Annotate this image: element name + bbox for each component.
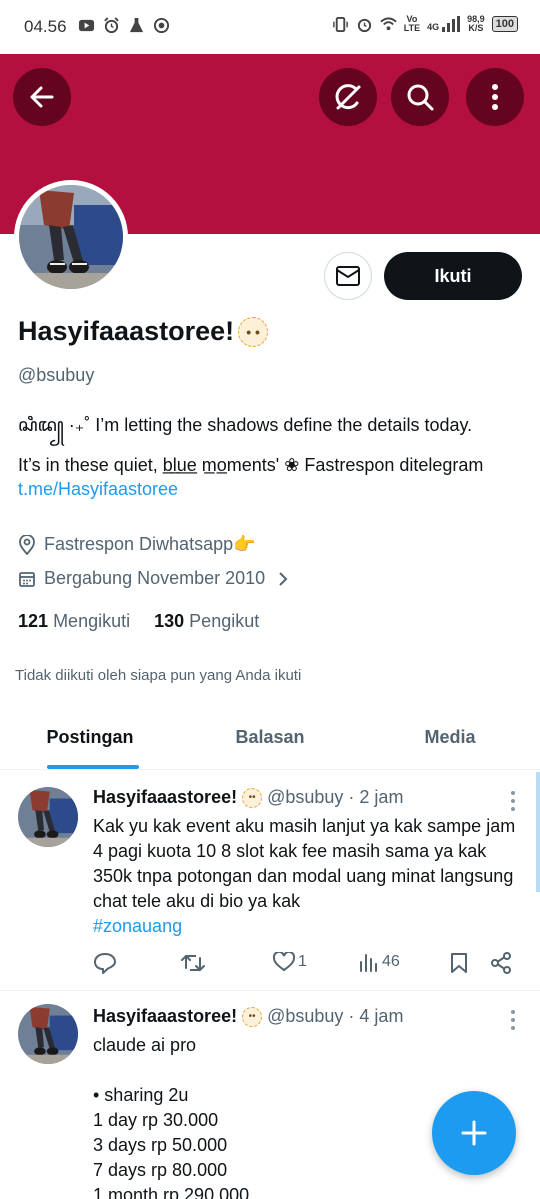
post-header: Hasyifaaastoree! •• @bsubuy · 2 jam xyxy=(93,787,403,808)
post-author-name[interactable]: Hasyifaaastoree! xyxy=(93,1006,237,1027)
vibrate-icon xyxy=(332,16,348,32)
neutral-face-icon: •• xyxy=(242,1006,263,1027)
tab-media[interactable]: Media xyxy=(360,710,540,769)
flask-icon xyxy=(129,17,144,33)
bio-link[interactable]: t.me/Hasyifaastoree xyxy=(18,477,528,501)
alarm-icon xyxy=(104,17,119,34)
profile-location: Fastrespon Diwhatsapp👉 xyxy=(18,534,256,555)
post-actions: 1 46 xyxy=(93,952,518,976)
view-count: 46 xyxy=(382,953,400,970)
tab-postingan[interactable]: Postingan xyxy=(0,710,180,769)
post-author-name[interactable]: Hasyifaaastoree! xyxy=(93,787,237,808)
plus-icon xyxy=(461,1120,487,1146)
views-chart-icon xyxy=(360,954,377,972)
signal-indicator: 4G xyxy=(427,16,461,32)
profile-display-name: Hasyifaaastoree! • • xyxy=(18,316,269,347)
profile-bio: ꦱꦶꦢ꧀ ·₊˚ I’m letting the shadows define … xyxy=(18,413,528,501)
profile-join-date[interactable]: Bergabung November 2010 xyxy=(18,568,289,589)
neutral-face-icon: •• xyxy=(242,787,263,808)
post-more-icon[interactable] xyxy=(510,1010,516,1030)
volte-indicator: Vo LTE xyxy=(403,14,421,33)
battery-indicator: 100 xyxy=(491,16,518,32)
bio-line: It’s in these quiet, b̲l̲u̲e̲ m̲o̲ments'… xyxy=(18,455,484,475)
youtube-icon xyxy=(78,19,95,32)
neutral-face-icon: • • xyxy=(238,316,269,347)
followers-you-know-note: Tidak diikuti oleh siapa pun yang Anda i… xyxy=(15,667,302,684)
views-button[interactable]: 46 xyxy=(359,952,400,972)
arrow-left-icon xyxy=(30,86,54,108)
post-time: · 4 jam xyxy=(348,1006,404,1026)
heart-icon xyxy=(273,952,295,972)
location-pin-icon xyxy=(19,534,35,555)
post-text: Kak yu kak event aku masih lanjut ya kak… xyxy=(93,816,516,936)
signal-bars-icon xyxy=(442,16,461,32)
post-header: Hasyifaaastoree! •• @bsubuy · 4 jam xyxy=(93,1006,403,1027)
compose-post-button[interactable] xyxy=(432,1091,516,1175)
app-circle-icon xyxy=(153,17,170,34)
profile-avatar[interactable] xyxy=(14,180,128,294)
post-author-handle: @bsubuy xyxy=(267,1006,344,1026)
repost-icon xyxy=(181,954,205,972)
post-item[interactable]: Hasyifaaastoree! •• @bsubuy · 2 jam Kak … xyxy=(0,771,540,991)
status-time: 04.56 xyxy=(24,17,67,36)
bio-line: ꦱꦶꦢ꧀ ·₊˚ I’m letting the shadows define … xyxy=(18,415,473,435)
chevron-right-icon xyxy=(279,571,288,586)
status-bar: 04.56 Vo LTE 4G 98,9 K/S 100 xyxy=(0,0,540,54)
reply-button[interactable] xyxy=(93,952,117,974)
network-speed: 98,9 K/S xyxy=(467,14,485,33)
profile-handle: @bsubuy xyxy=(18,365,95,385)
active-tab-indicator xyxy=(47,765,139,769)
avatar-photo xyxy=(19,185,123,289)
grok-button[interactable] xyxy=(319,68,377,126)
followers-link[interactable]: 130 Pengikut xyxy=(154,611,259,632)
post-more-icon[interactable] xyxy=(510,791,516,811)
wifi-icon xyxy=(380,16,397,30)
calendar-icon xyxy=(19,571,35,587)
post-time: · 2 jam xyxy=(348,787,404,807)
search-button[interactable] xyxy=(391,68,449,126)
share-button[interactable] xyxy=(490,952,512,974)
bookmark-button[interactable] xyxy=(450,952,468,974)
like-button[interactable]: 1 xyxy=(273,952,307,972)
alarm-icon xyxy=(357,18,371,32)
post-author-handle: @bsubuy xyxy=(267,787,344,807)
reply-icon xyxy=(94,953,116,974)
follow-button[interactable]: Ikuti xyxy=(384,252,522,300)
post-avatar[interactable] xyxy=(18,787,78,847)
more-options-button[interactable] xyxy=(466,68,524,126)
search-icon xyxy=(407,84,434,111)
avatar-photo xyxy=(18,1004,78,1064)
back-button[interactable] xyxy=(13,68,71,126)
bookmark-icon xyxy=(451,953,467,973)
grok-icon xyxy=(335,84,361,110)
profile-tabs: Postingan Balasan Media xyxy=(0,710,540,770)
avatar-photo xyxy=(18,787,78,847)
tab-balasan[interactable]: Balasan xyxy=(180,710,360,769)
follow-stats: 121 Mengikuti 130 Pengikut xyxy=(18,611,259,632)
post-avatar[interactable] xyxy=(18,1004,78,1064)
mail-icon xyxy=(336,266,360,286)
more-vertical-icon xyxy=(492,84,498,110)
message-button[interactable] xyxy=(324,252,372,300)
repost-button[interactable] xyxy=(181,952,205,974)
hashtag-link[interactable]: #zonauang xyxy=(93,916,182,936)
following-link[interactable]: 121 Mengikuti xyxy=(18,611,130,632)
share-icon xyxy=(491,952,511,974)
like-count: 1 xyxy=(298,953,307,970)
